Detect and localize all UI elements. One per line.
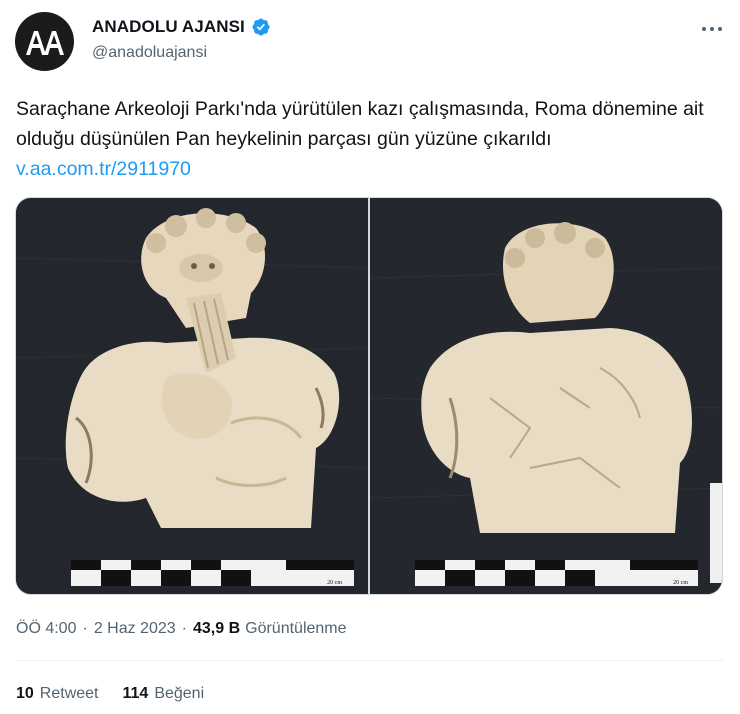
retweets-stat[interactable]: 10 Retweet bbox=[16, 685, 99, 703]
meta-separator: · bbox=[82, 620, 88, 637]
statue-front-image: 20 cm bbox=[16, 198, 368, 594]
meta-separator: · bbox=[181, 620, 187, 637]
retweets-label: Retweet bbox=[39, 685, 99, 702]
likes-count: 114 bbox=[122, 685, 149, 702]
more-options-icon[interactable] bbox=[700, 24, 724, 34]
tweet-stats: 10 Retweet 114 Beğeni bbox=[16, 685, 228, 703]
likes-stat[interactable]: 114 Beğeni bbox=[123, 685, 205, 703]
author-display-name[interactable]: ANADOLU AJANSI bbox=[92, 17, 245, 37]
tweet-link[interactable]: v.aa.com.tr/2911970 bbox=[16, 158, 191, 180]
scale-label-back: 20 cm bbox=[673, 580, 688, 586]
author-name-row[interactable]: ANADOLU AJANSI bbox=[92, 17, 271, 37]
avatar[interactable] bbox=[15, 12, 74, 71]
statue-back-image: 20 cm bbox=[370, 198, 722, 594]
aa-logo-icon bbox=[25, 30, 64, 55]
divider bbox=[16, 660, 724, 661]
tweet-date[interactable]: 2 Haz 2023 bbox=[94, 620, 176, 638]
views-count: 43,9 B bbox=[192, 620, 241, 637]
author-handle[interactable]: @anadoluajansi bbox=[92, 44, 207, 62]
tweet-text: Saraçhane Arkeoloji Parkı'nda yürütülen … bbox=[16, 94, 716, 184]
tweet-body: Saraçhane Arkeoloji Parkı'nda yürütülen … bbox=[16, 98, 704, 150]
retweets-count: 10 bbox=[16, 685, 34, 702]
tweet-meta: ÖÖ 4:00 · 2 Haz 2023 · 43,9 B Görüntülen… bbox=[16, 620, 347, 638]
photo-statue-back[interactable]: 20 cm bbox=[370, 198, 722, 594]
likes-label: Beğeni bbox=[154, 685, 205, 702]
tweet-time[interactable]: ÖÖ 4:00 bbox=[16, 620, 76, 638]
views-label: Görüntülenme bbox=[245, 620, 347, 637]
media-grid: 20 cm 20 cm bbox=[15, 197, 723, 595]
tweet-card: ANADOLU AJANSI @anadoluajansi Saraçhane … bbox=[0, 0, 740, 714]
scale-label-front: 20 cm bbox=[327, 580, 342, 586]
verified-badge-icon bbox=[252, 18, 270, 36]
photo-statue-front[interactable]: 20 cm bbox=[16, 198, 368, 594]
